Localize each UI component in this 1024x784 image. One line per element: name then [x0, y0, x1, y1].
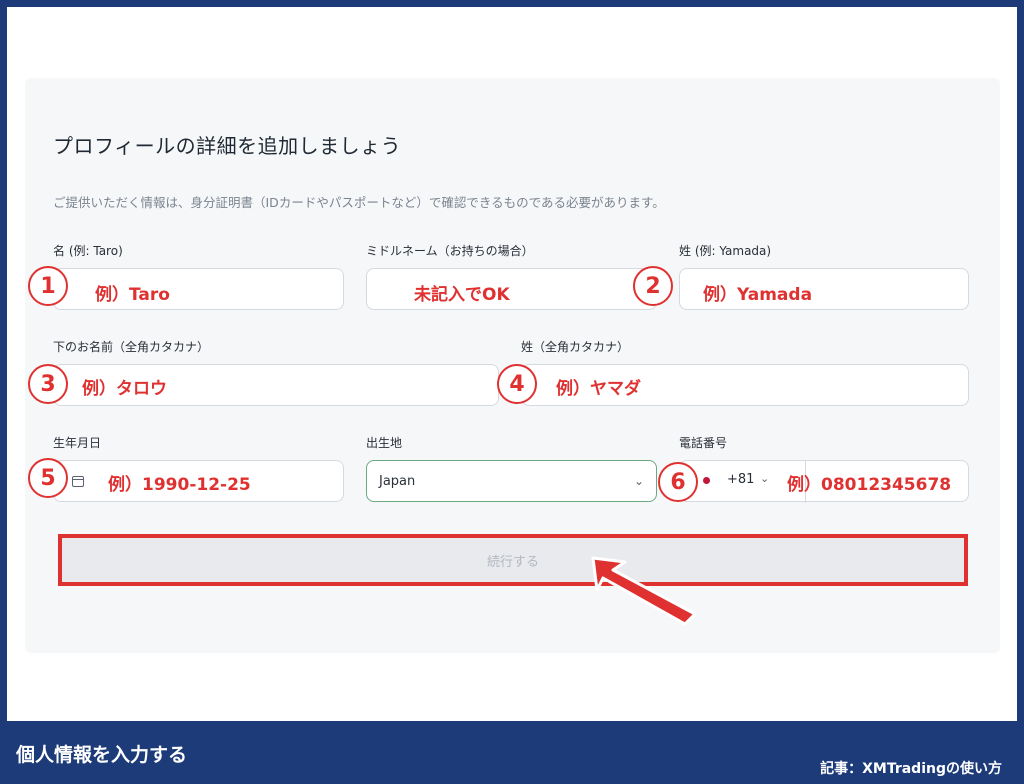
- middle-name-label: ミドルネーム（お持ちの場合）: [366, 244, 534, 258]
- arrow-pointer-icon: [591, 556, 697, 626]
- last-name-kana-label: 姓（全角カタカナ）: [521, 340, 630, 354]
- annotation-number-2: 2: [633, 266, 673, 306]
- annotation-number-5: 5: [28, 458, 68, 498]
- page-title: プロフィールの詳細を追加しましょう: [53, 134, 402, 158]
- flag-icon: [703, 477, 710, 484]
- annotation-number-3: 3: [28, 364, 68, 404]
- footer-credit: 記事：XMTradingの使い方: [820, 761, 1002, 777]
- birthplace-label: 出生地: [366, 436, 403, 450]
- birthdate-label: 生年月日: [53, 436, 102, 450]
- birthplace-value: Japan: [379, 473, 416, 489]
- phone-annotation: 例）08012345678: [787, 475, 952, 495]
- calendar-icon: [72, 476, 84, 487]
- form-description: ご提供いただく情報は、身分証明書（IDカードやパスポートなど）で確認できるもので…: [53, 195, 665, 210]
- first-name-annotation: 例）Taro: [95, 285, 170, 305]
- annotation-number-1: 1: [28, 266, 68, 306]
- last-name-kana-annotation: 例）ヤマダ: [556, 379, 641, 399]
- first-name-kana-annotation: 例）タロウ: [82, 379, 167, 399]
- birthplace-select[interactable]: Japan ⌄: [366, 460, 657, 502]
- chevron-down-icon: ⌄: [760, 472, 770, 485]
- annotation-number-4: 4: [497, 364, 537, 404]
- phone-label: 電話番号: [679, 436, 728, 450]
- first-name-label: 名 (例: Taro): [53, 244, 123, 258]
- first-name-kana-label: 下のお名前（全角カタカナ）: [53, 340, 210, 354]
- birthdate-annotation: 例）1990-12-25: [108, 475, 251, 495]
- last-name-annotation: 例）Yamada: [703, 285, 813, 305]
- footer-title: 個人情報を入力する: [16, 744, 188, 766]
- middle-name-annotation: 未記入でOK: [414, 285, 510, 305]
- continue-button-label: 続行する: [486, 554, 539, 570]
- country-code-select[interactable]: +81: [727, 472, 754, 487]
- middle-name-input[interactable]: [366, 268, 657, 310]
- annotation-number-6: 6: [658, 462, 698, 502]
- chevron-down-icon: ⌄: [633, 474, 644, 488]
- continue-button[interactable]: 続行する: [58, 534, 968, 586]
- last-name-label: 姓 (例: Yamada): [679, 244, 772, 258]
